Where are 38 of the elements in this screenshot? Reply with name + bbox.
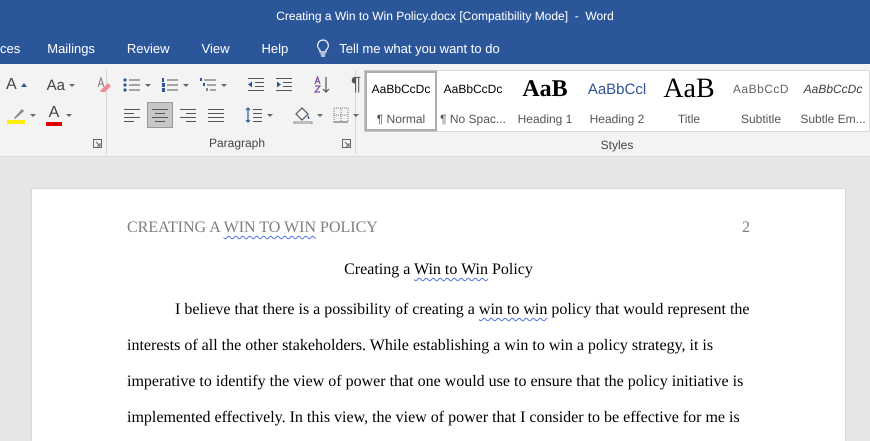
multilevel-list-icon [199,77,217,93]
caret-up-icon [20,82,27,88]
document-title: Creating a Win to Win Policy [344,261,533,279]
group-label: Styles [600,138,634,154]
lightbulb-icon [316,39,330,57]
paint-bucket-icon [293,106,313,124]
header-text: CREATING A WIN TO WIN POLICY [127,219,378,237]
body-paragraph: I believe that there is a possibility of creating a win to win policy that would represent the interests of all the other stakeholders. While establishing a win to win a policy strategy, it is imperative to identify the view of power that one would use to ensure that the policy initiative is implemented effectively. In this view, the view of power that I consider to be effective for me is [127,300,750,428]
font-color-button[interactable]: A [42,102,76,128]
ribbon-tab[interactable]: View [202,35,230,61]
tell-me-field[interactable]: Tell me what you want to do [339,40,540,56]
ribbon-tab[interactable]: Mailings [47,35,95,61]
dialog-launcher-icon[interactable] [342,139,351,148]
group-label: Paragraph [208,136,266,152]
dialog-launcher-icon[interactable] [93,139,102,148]
increase-indent-icon [275,77,293,93]
align-left-icon [124,108,140,122]
ribbon-tab[interactable]: Help [262,35,288,61]
ribbon-tab[interactable]: ces [0,35,20,61]
page-number: 2 [742,219,750,237]
align-right-icon [180,108,196,122]
window-title: Creating a Win to Win Policy.docx [Compatibility Mode] - Word [276,9,614,23]
style-item[interactable]: AaBbCcDc ¶ Normal [365,71,437,131]
highlighter-icon [6,106,26,124]
line-spacing-icon [245,106,263,124]
decrease-indent-icon [247,77,265,93]
align-center-button[interactable] [147,102,173,128]
numbered-list-icon [161,77,179,93]
sort-icon [313,76,331,94]
change-case-button[interactable]: Aa [42,72,80,98]
align-center-icon [152,108,168,122]
borders-icon [333,107,349,123]
grow-font-button[interactable]: A [2,72,31,98]
ribbon-tab[interactable]: Review [126,35,170,61]
justify-icon [208,108,224,122]
eraser-icon [95,76,114,94]
bullet-list-icon [123,77,141,93]
marks-button[interactable]: ¶ [347,72,366,98]
